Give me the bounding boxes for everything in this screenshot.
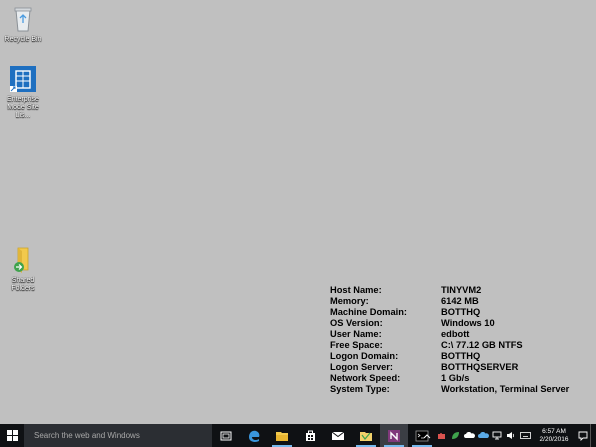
bginfo-key: System Type: xyxy=(330,384,390,394)
shared-folders-label: Shared Folders xyxy=(11,277,35,292)
taskbar: Search the web and Windows 6:57 AM 2/20/… xyxy=(0,424,596,447)
bginfo-table: Host Name: TINYVM2 Memory: 6142 MB Machine D… xyxy=(330,285,569,395)
onenote-icon xyxy=(388,429,400,442)
file-explorer-button[interactable] xyxy=(268,424,296,447)
network-icon xyxy=(492,431,502,440)
enterprise-mode-site-list-label: Enterprise Mode Site Lis... xyxy=(7,96,39,119)
keyboard-icon xyxy=(519,432,531,439)
edge-icon xyxy=(249,430,260,442)
bginfo-row: Network Speed: 1 Gb/s xyxy=(330,373,569,384)
cloud-icon xyxy=(463,432,475,438)
bginfo-value: BOTTHQ xyxy=(441,351,481,361)
shared-folders-shortcut[interactable]: Shared Folders xyxy=(0,245,46,293)
volume-button[interactable] xyxy=(505,424,517,447)
bginfo-row: Host Name: TINYVM2 xyxy=(330,285,569,296)
start-button[interactable] xyxy=(0,424,24,447)
onedrive-button[interactable] xyxy=(463,424,475,447)
notification-icon xyxy=(578,431,588,441)
bginfo-row: Free Space: C:\ 77.12 GB NTFS xyxy=(330,340,569,351)
bginfo-row: Machine Domain: BOTTHQ xyxy=(330,307,569,318)
shared-folder-icon xyxy=(8,245,38,275)
windows-logo-icon xyxy=(6,430,18,441)
bginfo-system-panel: Host Name: TINYVM2 Memory: 6142 MB Machine D… xyxy=(330,285,569,395)
recycle-bin-icon xyxy=(8,4,38,34)
clock-date: 2/20/2016 xyxy=(539,435,569,443)
bginfo-key: Host Name: xyxy=(330,285,382,295)
keyboard-button[interactable] xyxy=(519,424,531,447)
tray-app-icon-1[interactable] xyxy=(435,424,447,447)
folder-button[interactable] xyxy=(352,424,380,447)
bginfo-value: BOTTHQSERVER xyxy=(441,362,519,372)
clock-time: 6:57 AM xyxy=(542,427,566,435)
bginfo-key: Machine Domain: xyxy=(330,307,407,317)
bginfo-row: Logon Server: BOTTHQSERVER xyxy=(330,362,569,373)
bginfo-value: 1 Gb/s xyxy=(441,373,470,383)
speaker-icon xyxy=(507,432,515,439)
action-center-button[interactable] xyxy=(577,424,589,447)
onenote-button[interactable] xyxy=(380,424,408,447)
bginfo-value: BOTTHQ xyxy=(441,307,481,317)
bginfo-key: User Name: xyxy=(330,329,382,339)
bginfo-key: Network Speed: xyxy=(330,373,401,383)
recycle-bin-label: Recycle Bin xyxy=(4,36,42,43)
bginfo-row: Logon Domain: BOTTHQ xyxy=(330,351,569,362)
file-explorer-icon xyxy=(276,431,288,441)
recycle-bin-shortcut[interactable]: Recycle Bin xyxy=(0,4,46,44)
chevron-up-icon xyxy=(423,433,431,438)
edge-button[interactable] xyxy=(240,424,268,447)
show-desktop-button[interactable] xyxy=(590,424,596,447)
mail-button[interactable] xyxy=(324,424,352,447)
bginfo-value: 6142 MB xyxy=(441,296,479,306)
store-button[interactable] xyxy=(296,424,324,447)
bginfo-row: Memory: 6142 MB xyxy=(330,296,569,307)
search-box[interactable]: Search the web and Windows xyxy=(24,424,212,447)
bginfo-value: Workstation, Terminal Server xyxy=(441,384,570,394)
network-button[interactable] xyxy=(491,424,503,447)
bginfo-key: Free Space: xyxy=(330,340,383,350)
bginfo-key: Logon Domain: xyxy=(330,351,399,361)
desktop: Recycle Bin Enterprise Mode Site Lis... xyxy=(0,0,596,424)
system-tray: 6:57 AM 2/20/2016 xyxy=(420,424,596,447)
folder-icon xyxy=(360,431,372,441)
cloud-sync-icon xyxy=(477,432,489,438)
bginfo-value: Windows 10 xyxy=(441,318,495,328)
tray-app-icon-3[interactable] xyxy=(477,424,489,447)
bginfo-key: OS Version: xyxy=(330,318,383,328)
bginfo-key: Memory: xyxy=(330,296,369,306)
store-icon xyxy=(305,430,315,441)
bginfo-value: edbott xyxy=(441,329,470,339)
task-view-icon xyxy=(220,431,232,440)
tray-app-icon-2[interactable] xyxy=(449,424,461,447)
show-hidden-icons-button[interactable] xyxy=(421,424,433,447)
bginfo-value: C:\ 77.12 GB NTFS xyxy=(441,340,523,350)
task-view-button[interactable] xyxy=(212,424,240,447)
bginfo-row: System Type: Workstation, Terminal Server xyxy=(330,384,569,395)
search-placeholder: Search the web and Windows xyxy=(34,431,140,440)
bginfo-row: User Name: edbott xyxy=(330,329,569,340)
mail-icon xyxy=(331,431,345,440)
leaf-icon xyxy=(451,432,459,439)
puzzle-icon xyxy=(437,433,445,439)
enterprise-mode-site-list-shortcut[interactable]: Enterprise Mode Site Lis... xyxy=(0,64,46,120)
bginfo-value: TINYVM2 xyxy=(441,285,482,295)
bginfo-row: OS Version: Windows 10 xyxy=(330,318,569,329)
bginfo-key: Logon Server: xyxy=(330,362,394,372)
enterprise-mode-app-icon xyxy=(8,64,38,94)
taskbar-clock[interactable]: 6:57 AM 2/20/2016 xyxy=(532,428,576,444)
